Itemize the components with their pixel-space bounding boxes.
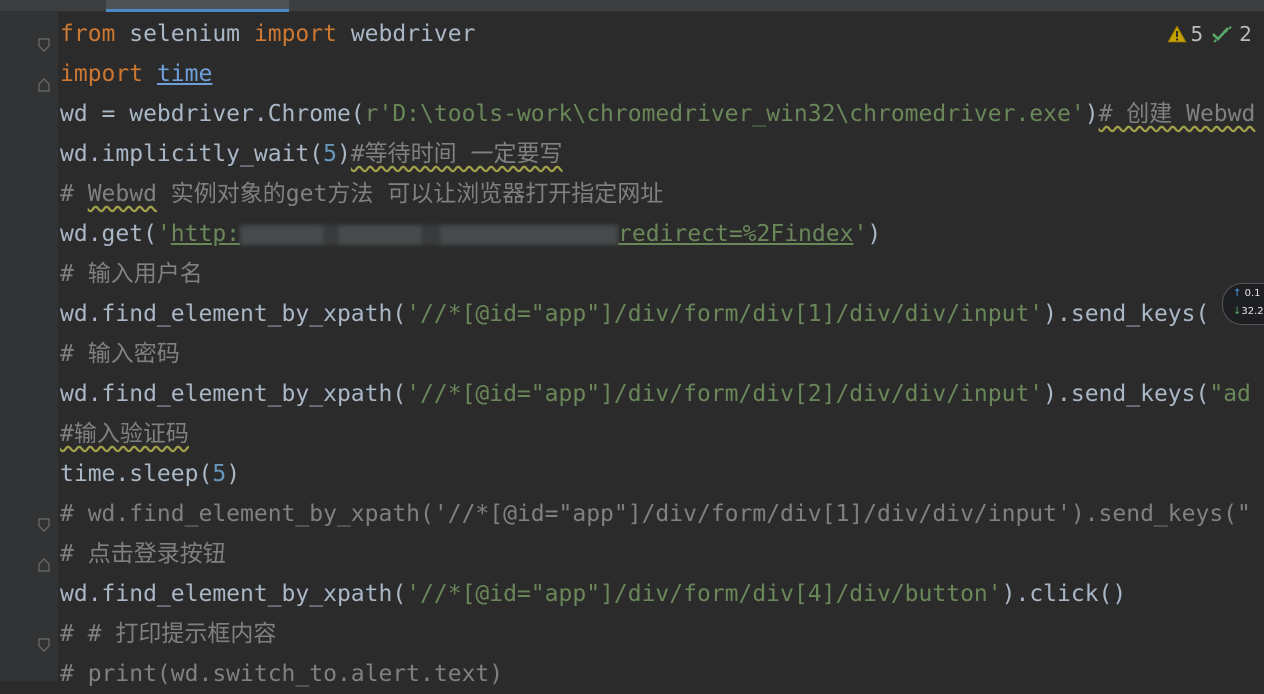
active-tab-indicator bbox=[106, 9, 289, 12]
code-line-7: # 输入用户名 bbox=[60, 254, 203, 294]
code-line-5: # Webwd 实例对象的get方法 可以让浏览器打开指定网址 bbox=[60, 174, 663, 214]
url-link[interactable]: http: bbox=[171, 221, 240, 247]
string-quote: ' bbox=[156, 221, 171, 247]
code-text: wd = webdriver.Chrome( bbox=[60, 101, 365, 127]
code-text: ) bbox=[1084, 101, 1099, 127]
redacted-url-segment bbox=[240, 224, 619, 245]
code-line-8: wd.find_element_by_xpath('//*[@id="app"]… bbox=[60, 294, 1209, 334]
passed-indicator[interactable]: 2 bbox=[1211, 22, 1252, 46]
fold-marker-icon[interactable] bbox=[38, 38, 50, 52]
upload-value: 0.1 bbox=[1244, 288, 1261, 299]
code-editor[interactable]: from selenium import webdriver import ti… bbox=[60, 14, 1264, 687]
fold-end-marker-icon[interactable] bbox=[38, 78, 50, 92]
code-text: wd.get( bbox=[60, 221, 157, 247]
string-literal: r'D:\tools-work\chromedriver_win32\chrom… bbox=[364, 101, 1085, 127]
keyword: from bbox=[60, 21, 116, 47]
string-quote: ' bbox=[853, 221, 868, 247]
comment: # print(wd.switch_to.alert.text) bbox=[60, 661, 504, 687]
code-line-10: wd.find_element_by_xpath('//*[@id="app"]… bbox=[60, 374, 1251, 414]
code-text: time.sleep( bbox=[60, 461, 213, 487]
code-line-16: # # 打印提示框内容 bbox=[60, 614, 276, 654]
code-line-15: wd.find_element_by_xpath('//*[@id="app"]… bbox=[60, 574, 1126, 614]
double-check-icon bbox=[1212, 25, 1233, 43]
comment: # wd.find_element_by_xpath('//*[@id="app… bbox=[60, 501, 1251, 527]
inspection-widget[interactable]: 5 2 bbox=[1166, 22, 1252, 46]
code-line-9: # 输入密码 bbox=[60, 334, 180, 374]
comment: 实例对象的get方法 可以让浏览器打开指定网址 bbox=[156, 181, 664, 207]
code-line-11: #输入验证码 bbox=[60, 414, 189, 454]
comment-typo-word: Webwd bbox=[87, 181, 157, 207]
fold-marker-icon[interactable] bbox=[38, 518, 50, 532]
warnings-count: 5 bbox=[1190, 22, 1204, 46]
comment: # 输入用户名 bbox=[60, 261, 203, 287]
editor-tab-bar bbox=[0, 0, 1264, 12]
code-text: wd.implicitly_wait( bbox=[60, 141, 324, 167]
code-text: webdriver bbox=[336, 21, 476, 47]
comment: #输入验证码 bbox=[60, 421, 189, 447]
comment: # # 打印提示框内容 bbox=[60, 621, 277, 647]
download-value: 32.2 bbox=[1241, 306, 1264, 317]
url-link[interactable]: redirect=%2Findex bbox=[618, 221, 853, 247]
comment: #等待时间 一定要写 bbox=[350, 141, 563, 167]
code-line-1: from selenium import webdriver bbox=[60, 14, 475, 54]
string-literal: "ad bbox=[1209, 381, 1251, 407]
code-line-2: import time bbox=[60, 54, 212, 94]
active-editor-tab[interactable] bbox=[106, 0, 289, 12]
code-text: wd.find_element_by_xpath( bbox=[60, 581, 407, 607]
code-text: ).send_keys( bbox=[1043, 301, 1210, 327]
code-text: selenium bbox=[115, 21, 254, 47]
code-text: ) bbox=[867, 221, 882, 247]
code-text: ).click() bbox=[1001, 581, 1127, 607]
comment: # 创建 Webwd bbox=[1098, 101, 1256, 127]
code-line-12: time.sleep(5) bbox=[60, 454, 240, 494]
fold-end-marker-icon[interactable] bbox=[38, 558, 50, 572]
code-text: wd.find_element_by_xpath( bbox=[60, 381, 407, 407]
code-line-6: wd.get('http: redirect=%2Findex') bbox=[60, 214, 881, 254]
code-text: ) bbox=[226, 461, 241, 487]
string-literal: '//*[@id="app"]/div/form/div[1]/div/div/… bbox=[406, 301, 1044, 327]
editor-gutter[interactable] bbox=[0, 12, 58, 681]
network-speed-widget[interactable]: ↑ 0.1 ↓32.2 bbox=[1222, 283, 1264, 325]
code-line-13: # wd.find_element_by_xpath('//*[@id="app… bbox=[60, 494, 1251, 534]
code-line-3: wd = webdriver.Chrome(r'D:\tools-work\ch… bbox=[60, 94, 1255, 134]
code-line-4: wd.implicitly_wait(5)#等待时间 一定要写 bbox=[60, 134, 563, 174]
comment: # bbox=[60, 181, 88, 207]
code-line-14: # 点击登录按钮 bbox=[60, 534, 226, 574]
code-line-17: # print(wd.switch_to.alert.text) bbox=[60, 654, 503, 694]
passed-count: 2 bbox=[1239, 22, 1252, 46]
string-literal: '//*[@id="app"]/div/form/div[2]/div/div/… bbox=[406, 381, 1044, 407]
keyword: import bbox=[253, 21, 337, 47]
code-text: ) bbox=[336, 141, 351, 167]
comment: # 点击登录按钮 bbox=[60, 541, 226, 567]
keyword: import bbox=[60, 61, 144, 87]
comment: # 输入密码 bbox=[60, 341, 180, 367]
number-literal: 5 bbox=[323, 141, 337, 167]
upload-speed: ↑ 0.1 bbox=[1233, 288, 1260, 299]
number-literal: 5 bbox=[212, 461, 227, 487]
code-text: wd.find_element_by_xpath( bbox=[60, 301, 407, 327]
warnings-indicator[interactable]: 5 bbox=[1166, 22, 1204, 46]
arrow-up-icon: ↑ bbox=[1233, 288, 1242, 299]
string-literal: '//*[@id="app"]/div/form/div[4]/div/butt… bbox=[406, 581, 1002, 607]
fold-marker-icon[interactable] bbox=[38, 638, 50, 652]
code-text: ).send_keys( bbox=[1043, 381, 1210, 407]
module-name[interactable]: time bbox=[157, 61, 212, 87]
download-speed: ↓32.2 bbox=[1233, 306, 1264, 317]
warning-icon bbox=[1166, 25, 1187, 43]
